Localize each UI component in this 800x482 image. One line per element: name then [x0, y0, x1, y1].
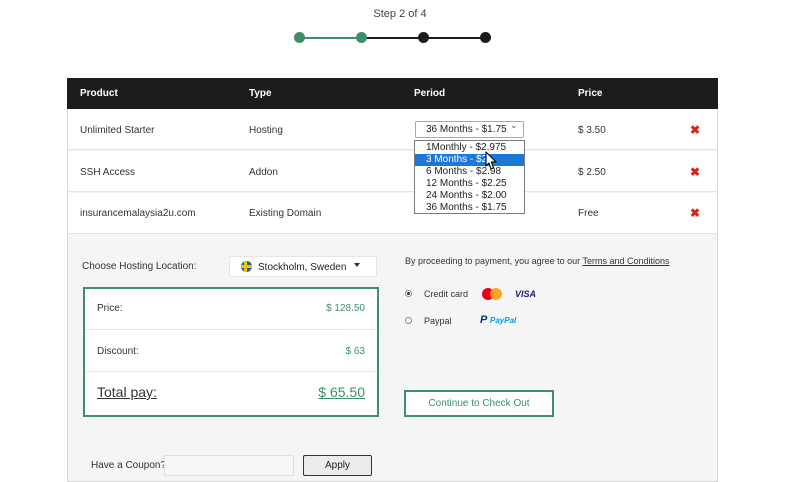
apply-coupon-button[interactable]: Apply	[303, 455, 372, 476]
remove-item-button[interactable]: ✖	[690, 207, 700, 219]
row-price: $ 2.50	[578, 167, 606, 178]
price-value: $ 128.50	[326, 303, 365, 314]
price-label: Price:	[97, 303, 123, 314]
mastercard-logo-icon	[482, 288, 502, 300]
header-type: Type	[249, 88, 272, 99]
step-4-dot	[480, 32, 491, 43]
paypal-radio[interactable]	[405, 317, 412, 324]
period-option-highlighted[interactable]: 3 Months - $2.	[415, 154, 524, 166]
table-header	[67, 78, 718, 109]
row-price: Free	[578, 208, 599, 219]
credit-card-label[interactable]: Credit card	[424, 289, 468, 299]
checkout-button[interactable]: Continue to Check Out	[404, 390, 554, 417]
coupon-input[interactable]	[164, 455, 294, 476]
terms-prefix: By proceeding to payment, you agree to o…	[405, 256, 583, 266]
chevron-down-icon: ⌄	[510, 120, 518, 130]
step-2-dot	[356, 32, 367, 43]
period-dropdown-list: 1Monthly - $2.975 3 Months - $2. 6 Month…	[414, 140, 525, 214]
discount-value: $ 63	[345, 346, 365, 357]
mouse-pointer-icon	[485, 151, 497, 170]
period-option[interactable]: 1Monthly - $2.975	[415, 142, 524, 154]
sweden-flag-icon	[241, 261, 252, 272]
paypal-logo-icon: P	[480, 314, 488, 326]
period-option[interactable]: 12 Months - $2.25	[415, 178, 524, 190]
total-pay-value: $ 65.50	[318, 384, 365, 400]
hosting-location-label: Choose Hosting Location:	[82, 261, 197, 272]
remove-item-button[interactable]: ✖	[690, 124, 700, 136]
caret-down-icon	[354, 263, 360, 267]
terms-link[interactable]: Terms and Conditions	[582, 256, 669, 266]
discount-label: Discount:	[97, 346, 139, 357]
paypal-wordmark: PayPal	[490, 316, 517, 325]
summary-divider	[85, 371, 377, 372]
row-product: Unlimited Starter	[80, 125, 155, 136]
header-product: Product	[80, 88, 118, 99]
total-pay-label: Total pay:	[97, 384, 157, 400]
period-option[interactable]: 24 Months - $2.00	[415, 190, 524, 202]
remove-item-button[interactable]: ✖	[690, 166, 700, 178]
step-indicator-label: Step 2 of 4	[373, 8, 427, 20]
stepper-line-complete	[299, 37, 361, 39]
row-product: insurancemalaysia2u.com	[80, 208, 196, 219]
table-row	[68, 151, 717, 192]
terms-notice: By proceeding to payment, you agree to o…	[405, 256, 670, 266]
paypal-label[interactable]: Paypal	[424, 316, 452, 326]
period-select[interactable]: 36 Months - $1.75	[415, 121, 524, 138]
credit-card-radio[interactable]	[405, 290, 412, 297]
table-row	[68, 109, 717, 150]
row-type: Addon	[249, 167, 278, 178]
header-price: Price	[578, 88, 603, 99]
header-period: Period	[414, 88, 446, 99]
coupon-label: Have a Coupon?	[91, 460, 167, 471]
row-price: $ 3.50	[578, 125, 606, 136]
step-1-dot	[294, 32, 305, 43]
period-option[interactable]: 6 Months - $2.98	[415, 166, 524, 178]
visa-logo-icon: VISA	[515, 289, 537, 299]
row-product: SSH Access	[80, 167, 136, 178]
hosting-location-value: Stockholm, Sweden	[258, 262, 347, 273]
summary-divider	[85, 329, 377, 330]
row-type: Existing Domain	[249, 208, 322, 219]
step-3-dot	[418, 32, 429, 43]
period-option[interactable]: 36 Months - $1.75	[415, 202, 524, 214]
row-type: Hosting	[249, 125, 283, 136]
